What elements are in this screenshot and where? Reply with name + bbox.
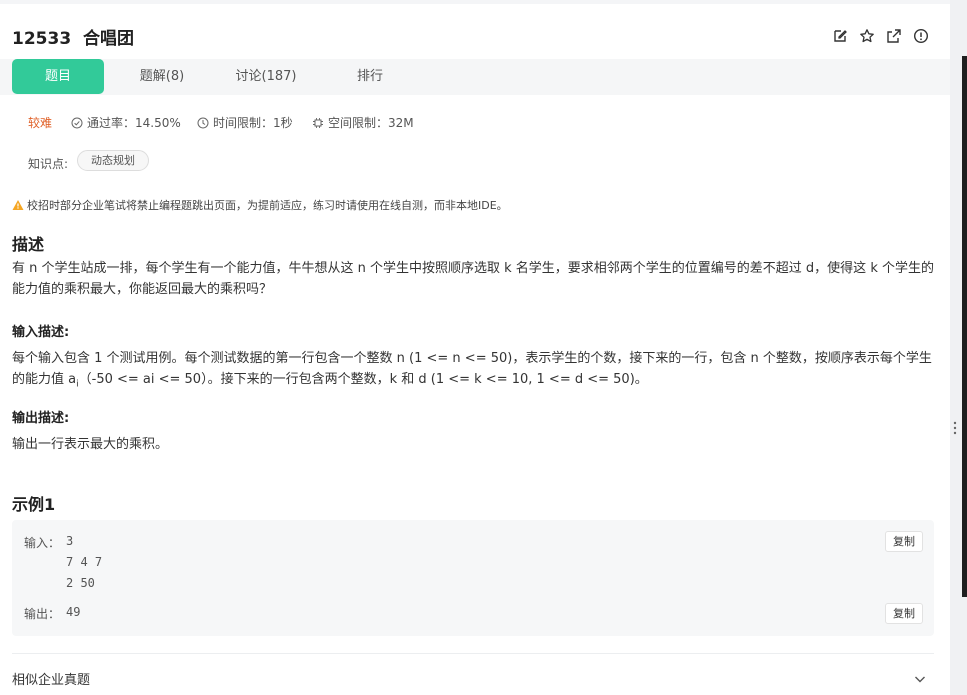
example-input-line-3: 2 50 [66, 576, 95, 590]
pass-rate: 通过率：14.50% [71, 114, 181, 131]
output-desc-text: 输出一行表示最大的乘积。 [12, 437, 169, 452]
edit-icon[interactable] [832, 28, 848, 44]
example-box: 输入： 3 7 4 7 2 50 复制 输出： 49 复制 [12, 520, 934, 636]
difficulty-badge: 较难 [28, 116, 53, 130]
example-heading: 示例1 [12, 495, 56, 514]
copy-input-button[interactable]: 复制 [885, 531, 923, 552]
tab-bar: 题目 题解(8) 讨论(187) 排行 [0, 59, 950, 95]
tab-ranking[interactable]: 排行 [340, 59, 400, 94]
input-desc-part2: （-50 <= ai <= 50）。接下来的一行包含两个整数，k 和 d (1 … [78, 372, 648, 387]
tab-discussion[interactable]: 讨论(187) [224, 59, 308, 94]
chevron-down-icon[interactable] [913, 672, 927, 686]
description-heading: 描述 [12, 235, 45, 254]
tab-problem[interactable]: 题目 [12, 59, 104, 94]
output-desc-heading: 输出描述: [12, 411, 70, 426]
warning-icon [12, 200, 24, 210]
toolbar [832, 28, 929, 44]
clock-icon [197, 117, 209, 128]
divider [12, 653, 934, 654]
space-limit: 空间限制：32M [312, 114, 414, 131]
time-limit: 时间限制：1秒 [197, 114, 293, 131]
star-icon[interactable] [859, 28, 875, 44]
time-limit-text: 时间限制：1秒 [213, 116, 293, 130]
share-icon[interactable] [886, 28, 902, 44]
example-output-value: 49 [66, 605, 81, 619]
description-text: 有 n 个学生站成一排，每个学生有一个能力值，牛牛想从这 n 个学生中按照顺序选… [12, 261, 934, 297]
pass-rate-text: 通过率：14.50% [87, 116, 181, 130]
input-desc-text: 每个输入包含 1 个测试用例。每个测试数据的第一行包含一个整数 n (1 <= … [12, 348, 938, 396]
example-input-label: 输入： [24, 536, 61, 550]
tag-dynamic-programming[interactable]: 动态规划 [77, 150, 149, 171]
page-title: 12533 合唱团 [12, 24, 134, 49]
warning-text: 校招时部分企业笔试将禁止编程题跳出页面，为提前适应，练习时请使用在线自测，而非本… [27, 199, 508, 212]
report-icon[interactable] [913, 28, 929, 44]
problem-id: 12533 [12, 29, 72, 49]
copy-output-button[interactable]: 复制 [885, 603, 923, 624]
warning-notice: 校招时部分企业笔试将禁止编程题跳出页面，为提前适应，练习时请使用在线自测，而非本… [12, 197, 508, 213]
input-desc-heading: 输入描述: [12, 325, 70, 340]
tab-solutions[interactable]: 题解(8) [124, 59, 200, 94]
example-output-label: 输出： [24, 607, 61, 621]
knowledge-label: 知识点: [28, 157, 69, 171]
drag-handle-icon[interactable] [953, 420, 957, 436]
example-input-line-1: 3 [66, 534, 74, 548]
check-circle-icon [71, 117, 83, 128]
space-limit-text: 空间限制：32M [328, 116, 414, 130]
problem-name: 合唱团 [83, 29, 134, 49]
example-input-line-2: 7 4 7 [66, 555, 103, 569]
problem-panel: 12533 合唱团 题目 题解(8) 讨论(187) 排行 较难 通过率：14.… [0, 4, 950, 695]
similar-questions-toggle[interactable]: 相似企业真题 [12, 669, 90, 688]
chip-icon [313, 117, 323, 128]
scrollbar[interactable] [962, 56, 967, 597]
right-splitter[interactable] [950, 0, 967, 695]
